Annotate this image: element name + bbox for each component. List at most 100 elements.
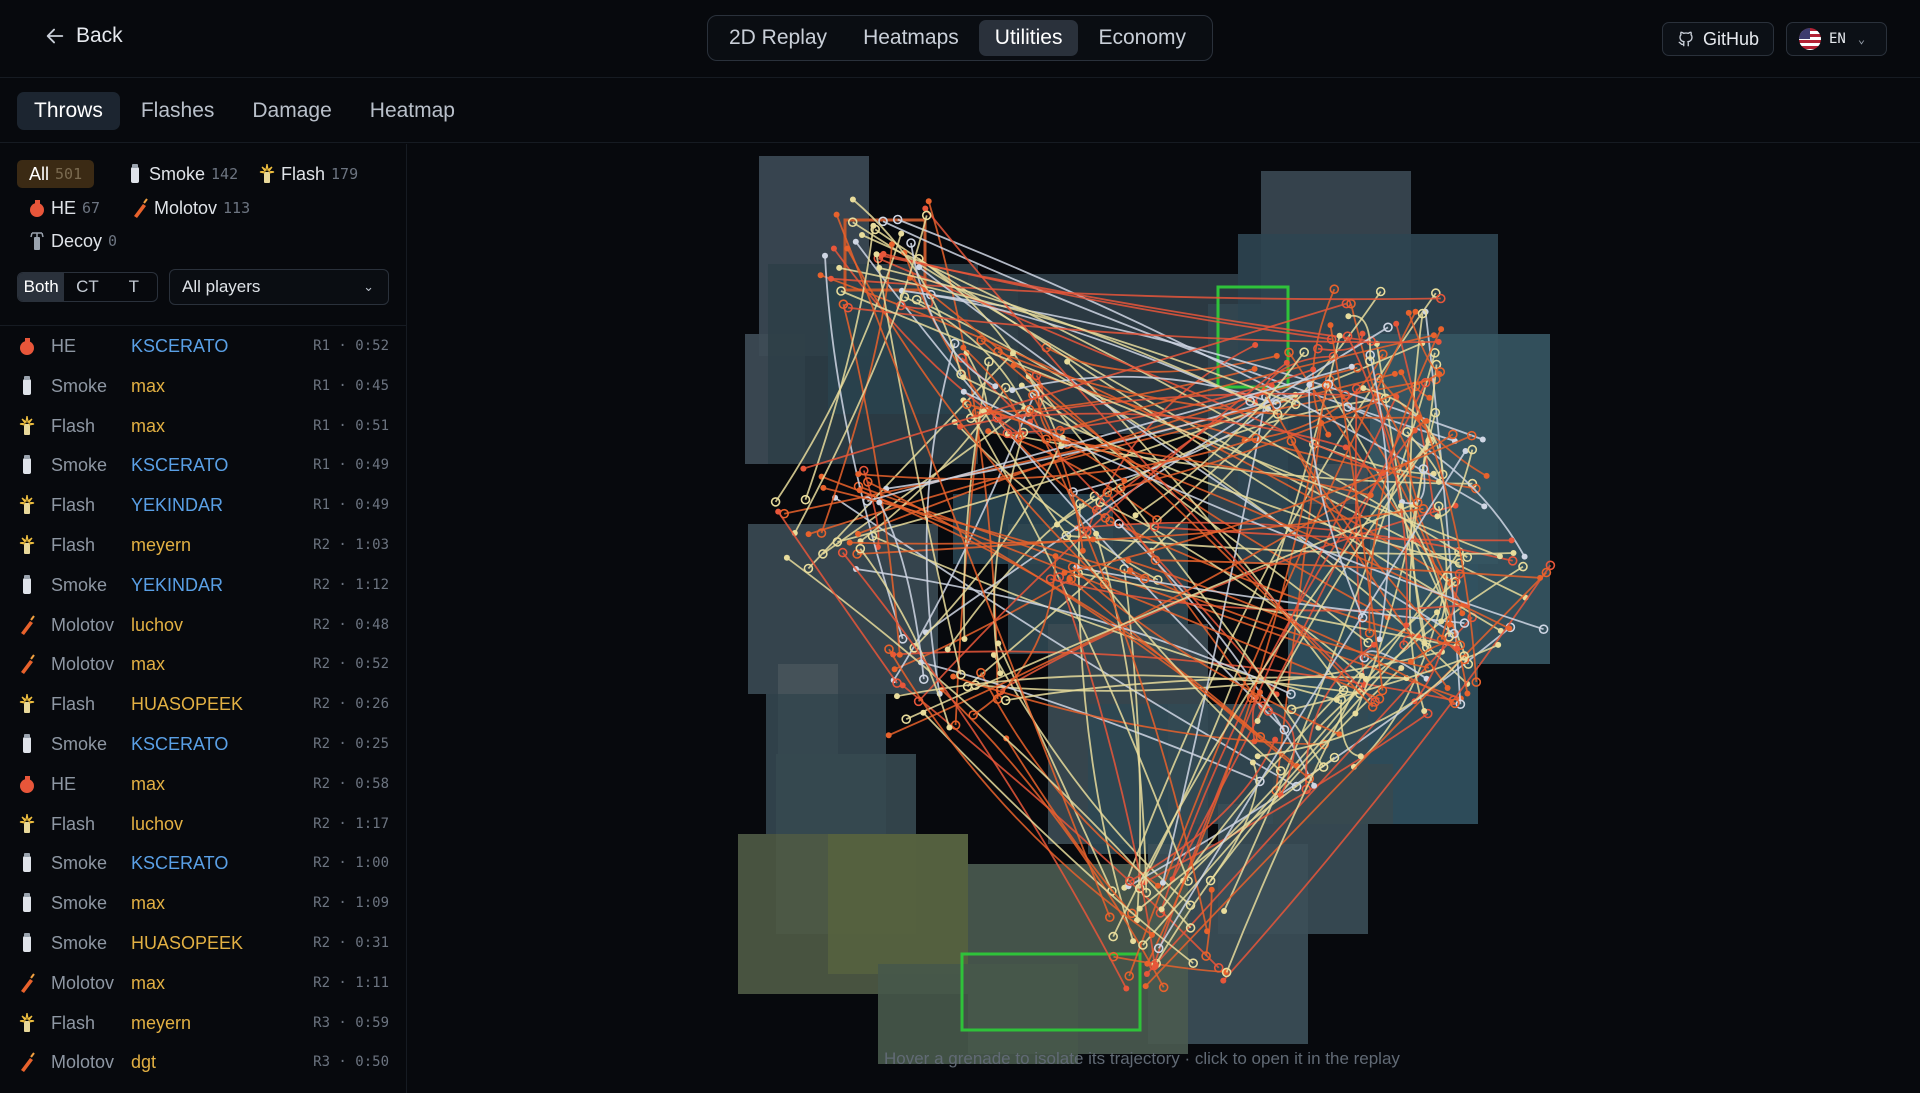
landing-point-marker — [1359, 330, 1366, 337]
language-select[interactable]: EN ⌄ — [1786, 22, 1887, 56]
landing-point-marker — [1066, 576, 1073, 582]
throw-row[interactable]: HE KSCERATO R1 · 0:52 — [0, 326, 406, 366]
filter-decoy[interactable]: Decoy 0 — [17, 227, 129, 255]
landing-point-marker — [876, 499, 883, 506]
filter-flash-label: Flash — [281, 163, 326, 184]
throw-type: Flash — [51, 535, 96, 555]
throw-row[interactable]: Smoke YEKINDAR R2 · 1:12 — [0, 565, 406, 605]
landing-point-marker — [1327, 322, 1334, 329]
landing-point-marker — [1360, 385, 1367, 392]
landing-point-marker — [1220, 977, 1227, 984]
throw-time: R1 · 0:51 — [313, 417, 389, 434]
landing-point-marker — [1508, 537, 1515, 544]
throw-player: max — [131, 415, 166, 436]
side-t[interactable]: T — [111, 273, 157, 301]
landing-point-marker — [922, 205, 929, 212]
throw-type: HE — [51, 773, 77, 794]
landing-point-marker — [1254, 718, 1261, 724]
landing-point-marker — [1208, 886, 1215, 893]
throw-row[interactable]: Molotov max R2 · 0:52 — [0, 644, 406, 684]
throw-row[interactable]: Flash luchov R2 · 1:17 — [0, 804, 406, 844]
side-both[interactable]: Both — [18, 273, 65, 301]
github-button[interactable]: GitHub — [1662, 22, 1774, 56]
landing-point-marker — [855, 471, 862, 478]
throw-row[interactable]: Smoke HUASOPEEK R2 · 0:31 — [0, 923, 406, 963]
utility-subtabs: Throws Flashes Damage Heatmap — [0, 79, 1920, 143]
landing-point-marker — [898, 230, 905, 237]
landing-point-marker — [1158, 906, 1165, 913]
throw-row[interactable]: Smoke max R2 · 1:09 — [0, 883, 406, 923]
throw-row[interactable]: Molotov max R2 · 1:11 — [0, 963, 406, 1003]
throw-type: Smoke — [51, 375, 108, 396]
throw-player: max — [131, 773, 166, 794]
landing-point-marker — [1345, 313, 1352, 320]
throw-row[interactable]: Flash max R1 · 0:51 — [0, 406, 406, 446]
throw-row[interactable]: Molotov dgt R3 · 0:50 — [0, 1042, 406, 1082]
filter-all[interactable]: All 501 — [17, 160, 95, 188]
throw-player: dgt — [131, 1052, 157, 1073]
throw-row[interactable]: Flash YEKINDAR R1 · 0:49 — [0, 485, 406, 525]
tab-economy[interactable]: Economy — [1082, 20, 1202, 56]
map-area — [828, 834, 968, 974]
throw-type: HE — [51, 336, 77, 356]
landing-point-marker — [870, 222, 877, 229]
landing-point-marker — [1143, 971, 1150, 977]
subtab-heatmap[interactable]: Heatmap — [353, 92, 472, 130]
throw-row[interactable]: Smoke KSCERATO R2 · 1:00 — [0, 843, 406, 883]
flashbang-icon — [19, 694, 35, 714]
landing-point-marker — [1405, 309, 1412, 316]
filter-he-label: HE — [51, 197, 77, 218]
landing-point-marker — [1483, 472, 1490, 479]
filter-molotov-label: Molotov — [154, 197, 218, 218]
throw-row[interactable]: Smoke KSCERATO R1 · 0:49 — [0, 445, 406, 485]
tab-heatmaps[interactable]: Heatmaps — [847, 20, 975, 56]
landing-point-marker — [820, 484, 827, 491]
landing-point-marker — [1342, 444, 1349, 451]
landing-point-marker — [1495, 641, 1502, 648]
throw-type: Flash — [51, 813, 96, 834]
filter-smoke-count: 142 — [211, 165, 239, 183]
molotov-icon — [132, 198, 148, 218]
side-ct[interactable]: CT — [64, 273, 110, 301]
throw-player: max — [131, 654, 166, 675]
landing-point-marker — [1521, 553, 1528, 560]
radar-map — [738, 156, 1556, 1064]
player-select[interactable]: All players ⌄ — [169, 269, 389, 305]
throw-row[interactable]: Smoke max R1 · 0:45 — [0, 366, 406, 406]
map-hint: Hover a grenade to isolate its trajector… — [884, 1049, 1400, 1068]
throw-player: KSCERATO — [131, 853, 229, 874]
flashbang-icon — [19, 813, 35, 834]
back-button[interactable]: Back — [44, 24, 123, 48]
landing-point-marker — [1397, 502, 1404, 509]
landing-point-marker — [1249, 759, 1256, 766]
throw-row[interactable]: Flash meyern R3 · 0:59 — [0, 1003, 406, 1043]
landing-point-marker — [1204, 928, 1211, 935]
filter-flash[interactable]: Flash 179 — [247, 160, 370, 188]
landing-point-marker — [800, 465, 807, 472]
landing-point-marker — [1311, 782, 1318, 789]
subtab-throws[interactable]: Throws — [17, 91, 120, 130]
landing-point-marker — [846, 539, 853, 546]
flashbang-icon — [19, 495, 35, 515]
us-flag-icon — [1799, 28, 1821, 50]
map-area — [748, 524, 938, 694]
filter-he[interactable]: HE 67 — [17, 194, 112, 222]
subtab-flashes[interactable]: Flashes — [124, 92, 232, 130]
throw-type: Flash — [51, 495, 96, 516]
tab-2d-replay[interactable]: 2D Replay — [713, 20, 843, 56]
landing-point-marker — [1009, 387, 1016, 394]
filter-molotov[interactable]: Molotov 113 — [120, 194, 262, 222]
landing-point-marker — [946, 724, 953, 731]
throw-row[interactable]: HE max R2 · 0:58 — [0, 764, 406, 804]
filter-smoke[interactable]: Smoke 142 — [115, 160, 250, 188]
tab-utilities[interactable]: Utilities — [978, 20, 1079, 56]
throw-row[interactable]: Smoke KSCERATO R2 · 0:25 — [0, 724, 406, 764]
throw-row[interactable]: Flash meyern R2 · 1:03 — [0, 525, 406, 565]
throw-row[interactable]: Molotov luchov R2 · 0:48 — [0, 605, 406, 645]
throw-type: Molotov — [51, 1052, 115, 1073]
throw-time: R2 · 1:17 — [313, 815, 389, 832]
landing-point-marker — [1454, 645, 1461, 652]
subtab-damage[interactable]: Damage — [235, 92, 348, 130]
throw-row[interactable]: Flash HUASOPEEK R2 · 0:26 — [0, 684, 406, 724]
landing-point-marker — [852, 238, 859, 245]
